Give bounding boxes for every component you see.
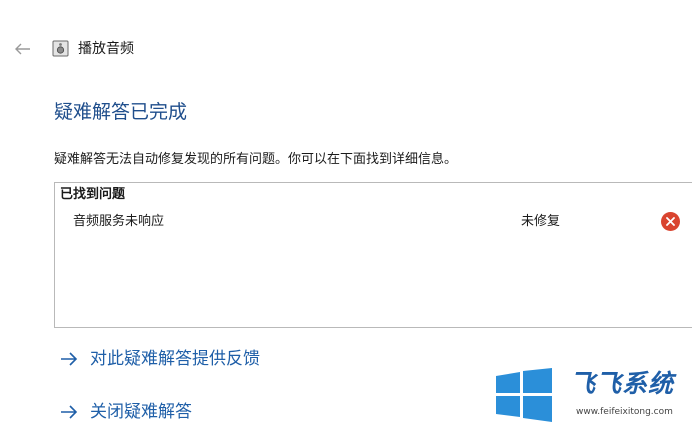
close-link-label: 关闭疑难解答 (90, 402, 192, 422)
feedback-link[interactable]: 对此疑难解答提供反馈 (60, 348, 260, 370)
watermark-url: www.feifeixitong.com (576, 407, 673, 417)
issues-panel: 已找到问题 音频服务未响应 未修复 (54, 182, 692, 328)
watermark-brand: 飞飞系统 (570, 369, 675, 398)
error-x-icon (661, 212, 680, 231)
issue-row[interactable]: 音频服务未响应 未修复 (55, 211, 692, 235)
back-button[interactable] (10, 38, 36, 60)
close-troubleshooter-link[interactable]: 关闭疑难解答 (60, 401, 192, 423)
issues-header: 已找到问题 (60, 187, 126, 202)
window-title: 播放音频 (78, 41, 134, 57)
back-arrow-icon (15, 43, 30, 55)
issue-name: 音频服务未响应 (73, 214, 165, 229)
arrow-right-icon (60, 401, 82, 423)
speaker-icon (52, 40, 69, 57)
issue-status: 未修复 (521, 214, 561, 229)
description-text: 疑难解答无法自动修复发现的所有问题。你可以在下面找到详细信息。 (54, 152, 458, 167)
feedback-link-label: 对此疑难解答提供反馈 (90, 349, 260, 369)
arrow-right-icon (60, 348, 82, 370)
page-heading: 疑难解答已完成 (54, 101, 188, 123)
windows-logo-icon (494, 368, 554, 422)
